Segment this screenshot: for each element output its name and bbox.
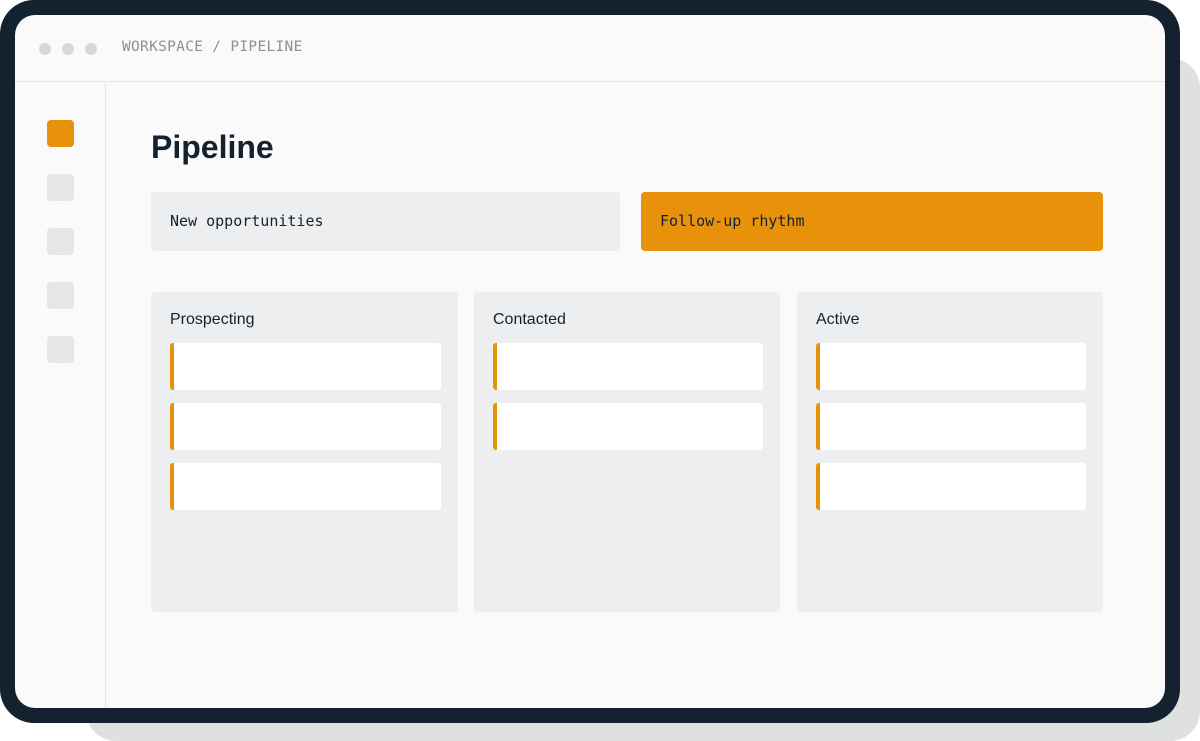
stage: WORKSPACE / PIPELINE Pipeline New opport…	[0, 0, 1200, 741]
pipeline-card[interactable]	[816, 343, 1086, 390]
pipeline-card[interactable]	[816, 463, 1086, 510]
column-title: Contacted	[493, 311, 566, 328]
sidebar-item-5[interactable]	[47, 336, 74, 363]
column-prospecting: Prospecting	[151, 292, 458, 612]
column-title: Active	[816, 311, 860, 328]
window-close-dot[interactable]	[39, 43, 51, 55]
device-frame: WORKSPACE / PIPELINE Pipeline New opport…	[0, 0, 1180, 723]
filter-new-opportunities[interactable]: New opportunities	[151, 192, 620, 251]
sidebar-item-3[interactable]	[47, 228, 74, 255]
column-contacted: Contacted	[474, 292, 780, 612]
pipeline-card[interactable]	[493, 403, 763, 450]
pipeline-card[interactable]	[493, 343, 763, 390]
app-window: WORKSPACE / PIPELINE Pipeline New opport…	[15, 15, 1165, 708]
breadcrumb: WORKSPACE / PIPELINE	[122, 39, 303, 55]
sidebar-item-2[interactable]	[47, 174, 74, 201]
page-title: Pipeline	[151, 129, 274, 165]
sidebar-item-4[interactable]	[47, 282, 74, 309]
window-controls	[39, 43, 97, 55]
filter-follow-up-rhythm[interactable]: Follow-up rhythm	[641, 192, 1103, 251]
sidebar-item-1[interactable]	[47, 120, 74, 147]
sidebar	[15, 83, 106, 708]
window-minimize-dot[interactable]	[62, 43, 74, 55]
pipeline-card[interactable]	[170, 343, 441, 390]
pipeline-card[interactable]	[170, 463, 441, 510]
pipeline-card[interactable]	[816, 403, 1086, 450]
window-maximize-dot[interactable]	[85, 43, 97, 55]
column-title: Prospecting	[170, 311, 255, 328]
column-active: Active	[797, 292, 1103, 612]
pipeline-card[interactable]	[170, 403, 441, 450]
title-bar: WORKSPACE / PIPELINE	[15, 15, 1165, 82]
